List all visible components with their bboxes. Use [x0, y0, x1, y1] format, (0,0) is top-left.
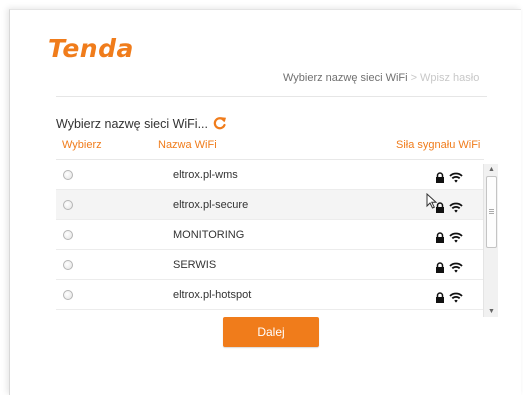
- section-title-text: Wybierz nazwę sieci WiFi...: [56, 116, 208, 131]
- header-divider: [56, 96, 487, 97]
- refresh-icon[interactable]: [213, 116, 227, 133]
- lock-icon: [435, 230, 445, 248]
- wifi-signal-icon: [449, 170, 463, 188]
- wifi-radio[interactable]: [63, 260, 73, 270]
- next-button[interactable]: Dalej: [223, 317, 319, 347]
- wifi-signal-icon: [449, 200, 463, 218]
- scrollbar-thumb[interactable]: [486, 176, 497, 248]
- tenda-logo: Tenda: [48, 34, 134, 63]
- wifi-radio[interactable]: [63, 230, 73, 240]
- wifi-ssid: eltrox.pl-wms: [173, 169, 238, 181]
- section-title: Wybierz nazwę sieci WiFi...: [56, 116, 227, 133]
- wifi-row[interactable]: eltrox.pl-wms: [56, 160, 484, 190]
- wifi-signal-icon: [449, 260, 463, 278]
- scrollbar-grip-icon: [489, 209, 494, 210]
- lock-icon: [435, 260, 445, 278]
- breadcrumb: Wybierz nazwę sieci WiFi > Wpisz hasło: [283, 72, 479, 84]
- wifi-row[interactable]: MONITORING: [56, 220, 484, 250]
- wifi-radio[interactable]: [63, 290, 73, 300]
- column-header-select: Wybierz: [62, 139, 102, 151]
- column-header-wifi-name: Nazwa WiFi: [158, 139, 217, 151]
- wifi-ssid: eltrox.pl-hotspot: [173, 289, 252, 301]
- wifi-list-scrollbar[interactable]: ▲ ▼: [483, 164, 498, 317]
- lock-icon: [435, 170, 445, 188]
- scroll-up-arrow-icon[interactable]: ▲: [488, 166, 495, 173]
- wifi-ssid: SERWIS: [173, 259, 217, 271]
- wifi-list: eltrox.pl-wms eltrox.pl-secure MONITORIN…: [56, 159, 484, 311]
- wifi-signal-icon: [449, 290, 463, 308]
- scroll-down-arrow-icon[interactable]: ▼: [488, 308, 495, 315]
- breadcrumb-step-enter-password: Wpisz hasło: [420, 72, 480, 84]
- wifi-row[interactable]: eltrox.pl-secure: [56, 190, 484, 220]
- wifi-row[interactable]: eltrox.pl-hotspot: [56, 280, 484, 310]
- lock-icon: [435, 290, 445, 308]
- mouse-cursor-icon: [426, 192, 438, 214]
- wifi-radio[interactable]: [63, 170, 73, 180]
- breadcrumb-separator: >: [410, 72, 418, 84]
- wifi-ssid: MONITORING: [173, 229, 245, 241]
- wifi-ssid: eltrox.pl-secure: [173, 199, 249, 211]
- wifi-signal-icon: [449, 230, 463, 248]
- wifi-row[interactable]: SERWIS: [56, 250, 484, 280]
- wifi-radio[interactable]: [63, 200, 73, 210]
- breadcrumb-step-select-network: Wybierz nazwę sieci WiFi: [283, 72, 408, 84]
- column-header-signal: Siła sygnału WiFi: [396, 139, 481, 151]
